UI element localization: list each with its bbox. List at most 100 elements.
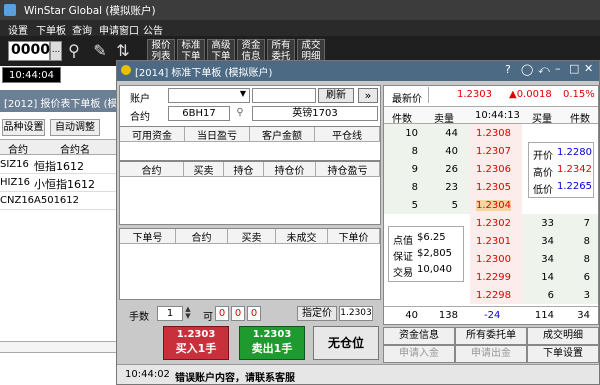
menu-apply-window[interactable]: 申请窗口 [99,22,139,37]
contract-picker-button[interactable]: ... [50,41,62,61]
ask-row[interactable]: 8 23 1.2305 [384,180,522,197]
app-logo-icon [4,4,16,16]
expand-icon[interactable]: » [358,88,378,103]
buy-button[interactable]: 1.2303 买入1手 [163,326,229,360]
margin-value: $2,805 [417,248,452,259]
help-icon[interactable]: ? [505,63,511,76]
funds-col-close-line: 平仓线 [315,127,380,142]
ohl-box: 开价 1.2280 高价 1.2342 低价 1.2265 [528,142,594,198]
lock-icon[interactable]: ◯ [521,63,533,76]
ask-price: 1.2305 [476,182,511,193]
chevron-down-icon: ▼ [239,89,246,98]
book-col-bid-vol: 买量 [532,114,552,125]
bid-vol: 34 [541,236,554,247]
table-row[interactable]: HIZ16 小恒指1612 [0,175,116,192]
quote-window-title: [2012] 报价表下单板 (模拟账户) [0,90,116,112]
table-row[interactable]: SIZ16 恒指1612 [0,157,116,174]
low-label: 低价 [533,185,553,196]
ask-vol: 26 [445,164,458,175]
deposit-button[interactable]: 申请入金 [383,345,455,363]
row-code: CNZ16 [0,195,35,206]
order-book: 最新价 1.2303 ▲0.0018 0.15% 件数 卖量 10:44:13 … [383,85,599,325]
btn-line1: 成交 [301,40,321,51]
menu-announcement[interactable]: 公告 [143,22,163,37]
share-icon[interactable]: ⤺ [538,63,550,77]
bid-row[interactable]: 1.2298 6 3 [470,288,598,305]
qty-stepper[interactable]: ▲ ▼ [183,306,193,321]
pos-col-price: 持仓价 [264,162,316,177]
app-title: WinStar Global (模拟账户) [24,5,156,17]
ask-price: 1.2306 [476,164,511,175]
flat-position-button[interactable]: 无仓位 [313,326,379,360]
menu-query[interactable]: 查询 [72,22,92,37]
fills-detail-button[interactable]: 成交明细 [527,327,599,345]
book-col-time: 10:44:13 [475,110,520,121]
bid-row[interactable]: 1.2300 34 8 [470,252,598,269]
all-orders-button[interactable]: 所有委托单 [455,327,527,345]
high-label: 高价 [533,168,553,179]
ask-row[interactable]: 5 5 1.2304 [384,198,522,215]
variety-settings-button[interactable]: 品种设置 [2,119,45,136]
bid-price: 1.2298 [476,290,511,301]
contract-code-input[interactable]: 0000 [8,41,50,61]
ask-price: 1.2307 [476,146,511,157]
row-code: HIZ16 [0,177,31,188]
maximize-icon[interactable]: □ [569,62,579,75]
ord-col-id: 下单号 [120,229,176,244]
ask-count: 10 [405,128,418,139]
book-col-ask-count: 件数 [392,114,412,125]
app-title-bar: WinStar Global (模拟账户) [0,0,600,20]
funds-col-balance: 客户金额 [250,127,315,142]
menu-settings[interactable]: 设置 [8,22,28,37]
search-icon[interactable]: ⚲ [66,41,82,61]
ask-row[interactable]: 9 26 1.2306 [384,162,522,179]
contract-label: 合约 [130,112,150,123]
pos-col-side: 买卖 [184,162,224,177]
order-window: [2014] 标准下单板 (模拟账户) ? ◯ ⤺ – □ ✕ 账户 ▼ 刷新 … [116,60,600,385]
order-settings-button[interactable]: 下单设置 [527,345,599,363]
minimize-icon[interactable]: – [555,62,561,75]
ord-col-price: 下单价 [328,229,380,244]
refresh-button[interactable]: 刷新 [318,88,354,103]
withdraw-button[interactable]: 申请出金 [455,345,527,363]
menu-bar: 设置 下单板 查询 申请窗口 公告 [0,20,600,37]
swap-icon[interactable]: ⇅ [114,41,132,61]
close-icon[interactable]: ✕ [584,62,593,75]
ask-row[interactable]: 8 40 1.2307 [384,144,522,161]
bid-row[interactable]: 1.2302 33 7 [470,216,598,233]
net-volume: -24 [484,310,501,321]
limit-price-label[interactable]: 指定价 [297,306,337,321]
total-ask-vol: 138 [438,310,458,321]
bid-row[interactable]: 1.2301 34 8 [470,234,598,251]
quote-table-header: 合约 合约名 [0,139,116,156]
trade-label: 交易 [393,268,413,279]
table-row[interactable]: CNZ16 A501612 [0,193,116,210]
total-bid-vol: 114 [534,310,554,321]
contract-code-field[interactable]: 6BH17 [168,106,230,121]
qty-input[interactable]: 1 [157,306,183,321]
status-message: 错误账户内容，请联系客服 [175,373,295,384]
sell-button[interactable]: 1.2303 卖出1手 [239,326,305,360]
ask-price-best: 1.2304 [476,200,511,211]
ask-count: 8 [411,182,418,193]
bid-row[interactable]: 1.2299 14 6 [470,270,598,287]
contract-search-icon[interactable]: ⚲ [232,106,248,121]
limit-price-input[interactable]: 1.2303 [339,306,373,321]
ask-row[interactable]: 10 44 1.2308 [384,126,522,143]
btn-line1: 高级 [211,40,231,51]
tick-value: $6.25 [417,232,446,243]
funds-info-button[interactable]: 资金信息 [383,327,455,345]
auto-adjust-button[interactable]: 自动调整 [50,119,100,136]
settings-icon[interactable]: ✎ [92,41,108,61]
book-totals: 40 138 -24 114 34 [384,306,598,324]
menu-order-board[interactable]: 下单板 [36,22,66,37]
btn-line1: 标准 [181,40,201,51]
btn-line1: 报价 [151,40,171,51]
account-input[interactable] [252,88,316,103]
margin-label: 保证 [393,252,413,263]
clock-display: 10:44:04 [2,67,61,83]
open-label: 开价 [533,151,553,162]
pos-col-qty: 持仓 [224,162,264,177]
account-select[interactable]: ▼ [168,88,250,103]
divider [0,341,116,353]
